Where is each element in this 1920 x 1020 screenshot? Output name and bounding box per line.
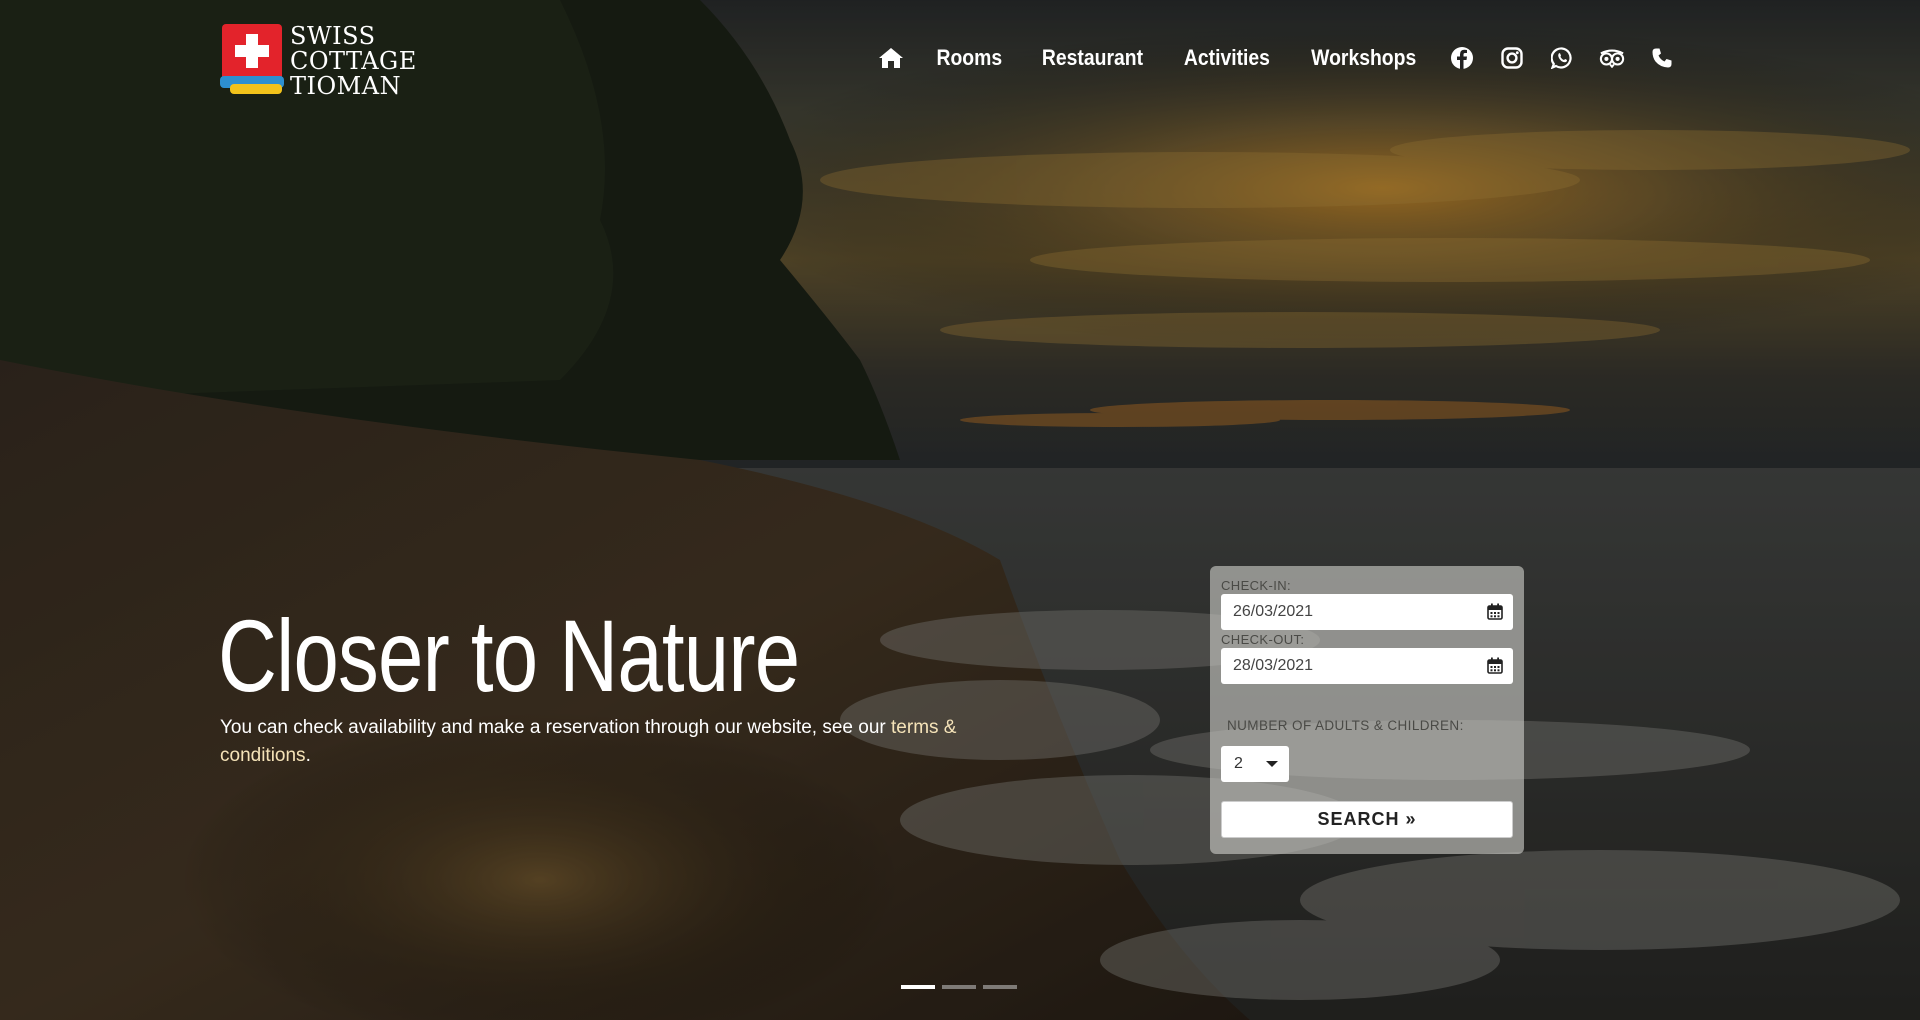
hero-subtitle-period: . (305, 745, 311, 766)
main-nav: Rooms Restaurant Activities Workshops (878, 40, 1675, 76)
guests-label: NUMBER OF ADULTS & CHILDREN: (1227, 718, 1464, 733)
hero-title: Closer to Nature (218, 599, 800, 713)
checkout-field[interactable]: 28/03/2021 (1221, 648, 1513, 684)
swiss-flag-logo-icon (220, 24, 284, 94)
hero-section: SWISS COTTAGE TIOMAN Rooms Restaurant Ac… (0, 0, 1920, 1020)
facebook-icon[interactable] (1449, 45, 1475, 71)
home-icon[interactable] (878, 45, 904, 71)
slider-indicators (901, 985, 1024, 989)
nav-rooms[interactable]: Rooms (937, 45, 1003, 71)
calendar-icon[interactable] (1487, 657, 1503, 674)
nav-workshops[interactable]: Workshops (1311, 45, 1416, 71)
chevron-down-icon (1266, 761, 1278, 767)
hero-subtitle-text: You can check availability and make a re… (220, 717, 886, 738)
checkin-value: 26/03/2021 (1233, 603, 1314, 620)
slide-dot-1[interactable] (901, 985, 935, 989)
whatsapp-icon[interactable] (1549, 45, 1575, 71)
checkout-value: 28/03/2021 (1233, 657, 1314, 674)
logo-line-1: SWISS (290, 22, 376, 50)
phone-icon[interactable] (1649, 45, 1675, 71)
slide-dot-2[interactable] (942, 985, 976, 989)
logo-wordmark: SWISS COTTAGE TIOMAN (290, 24, 417, 99)
checkin-field[interactable]: 26/03/2021 (1221, 594, 1513, 630)
calendar-icon[interactable] (1487, 603, 1503, 620)
hero-subtitle: You can check availability and make a re… (220, 714, 980, 770)
beach-sunset-background (0, 0, 1920, 1020)
guests-value: 2 (1234, 755, 1243, 772)
logo-line-2: COTTAGE (290, 47, 417, 75)
nav-activities[interactable]: Activities (1184, 45, 1270, 71)
checkin-label: CHECK-IN: (1221, 578, 1292, 593)
slide-dot-3[interactable] (983, 985, 1017, 989)
instagram-icon[interactable] (1499, 45, 1525, 71)
search-button[interactable]: SEARCH » (1221, 801, 1513, 838)
guests-select[interactable]: 2 (1221, 746, 1289, 782)
nav-restaurant[interactable]: Restaurant (1042, 45, 1143, 71)
logo-line-3: TIOMAN (290, 72, 402, 100)
tripadvisor-icon[interactable] (1599, 45, 1625, 71)
site-logo[interactable]: SWISS COTTAGE TIOMAN (220, 22, 416, 99)
booking-widget: CHECK-IN: 26/03/2021 CHECK-OUT: 28/03/20… (1210, 566, 1524, 854)
checkout-label: CHECK-OUT: (1221, 632, 1305, 647)
